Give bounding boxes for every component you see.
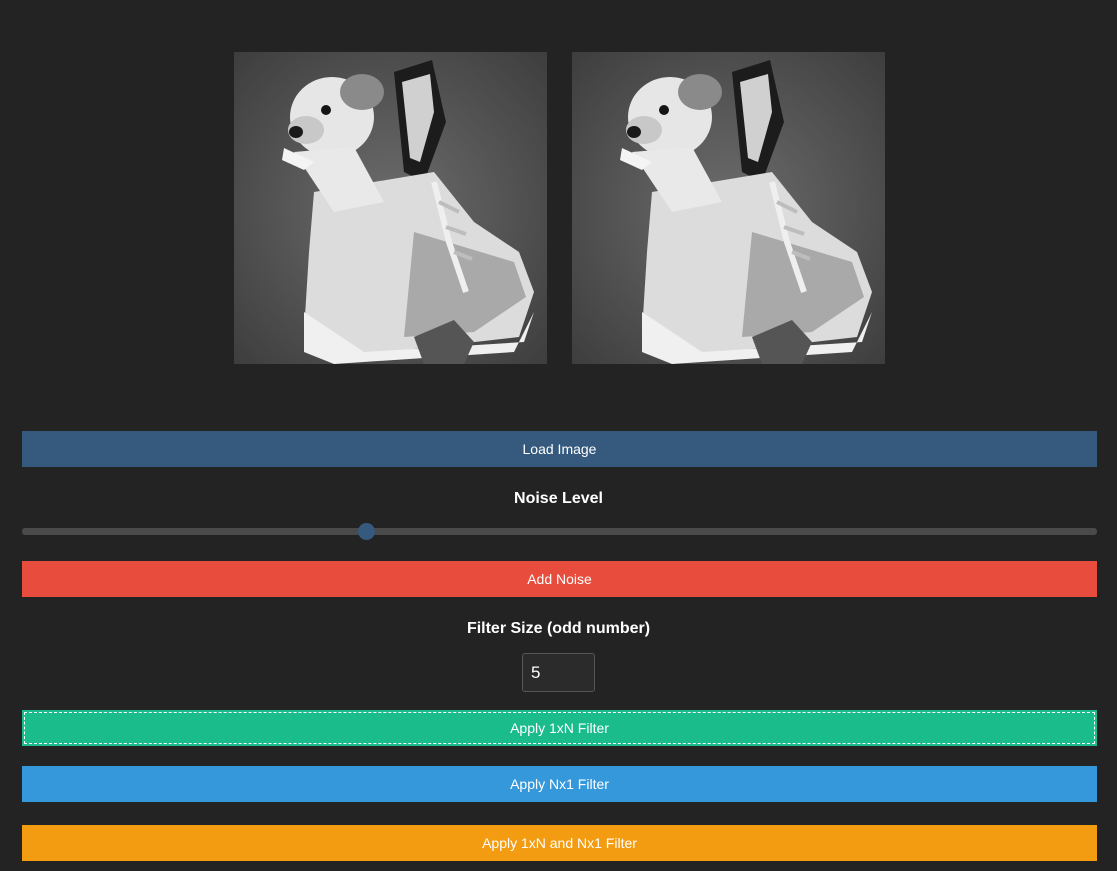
apply-1xn-and-nx1-filter-button[interactable]: Apply 1xN and Nx1 Filter: [22, 825, 1097, 861]
image-filter-app: Load Image Noise Level Add Noise Filter …: [0, 0, 1117, 871]
apply-1xn-filter-button[interactable]: Apply 1xN Filter: [22, 710, 1097, 746]
noise-level-slider[interactable]: [22, 523, 1097, 540]
processed-image: [572, 52, 885, 364]
apply-nx1-filter-button[interactable]: Apply Nx1 Filter: [22, 766, 1097, 802]
add-noise-button[interactable]: Add Noise: [22, 561, 1097, 597]
filter-size-heading: Filter Size (odd number): [466, 620, 651, 637]
filter-size-input[interactable]: 5: [522, 653, 595, 692]
noise-level-slider-thumb[interactable]: [358, 523, 375, 540]
puppy-in-sneaker-image: [234, 52, 547, 364]
noise-level-heading: Noise Level: [514, 490, 603, 507]
puppy-in-sneaker-image: [572, 52, 885, 364]
original-image: [234, 52, 547, 364]
load-image-button[interactable]: Load Image: [22, 431, 1097, 467]
